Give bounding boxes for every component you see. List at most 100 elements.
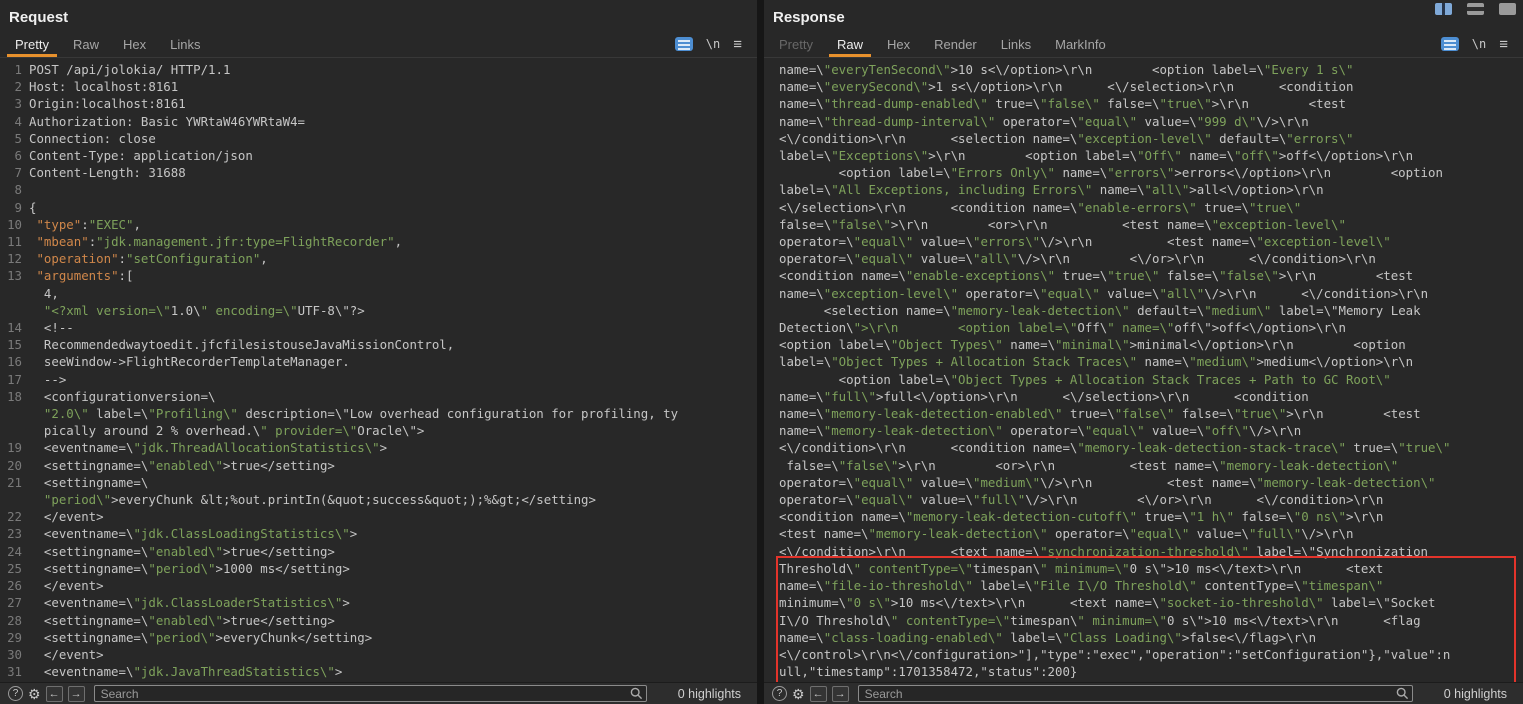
pretty-print-icon[interactable] — [675, 37, 693, 51]
code-line: 4Authorization: Basic YWRtaW46YWRtaW4= — [0, 113, 757, 130]
code-line: 22 </event> — [0, 508, 757, 525]
code-line: name=\"everySecond\">1 s<\/option>\r\n <… — [779, 78, 1523, 95]
search-icon — [630, 687, 643, 700]
code-line: 24 <settingname=\"enabled\">true</settin… — [0, 543, 757, 560]
code-line: minimum=\"0 s\">10 ms<\/text>\r\n <text … — [779, 594, 1523, 611]
tab-raw[interactable]: Raw — [61, 31, 111, 57]
next-match-button[interactable]: → — [68, 686, 85, 702]
code-line: <\/condition>\r\n <condition name=\"memo… — [779, 439, 1523, 456]
code-line: 26 </event> — [0, 577, 757, 594]
next-match-button[interactable]: → — [832, 686, 849, 702]
code-line: 10 "type":"EXEC", — [0, 216, 757, 233]
gear-icon[interactable]: ⚙ — [28, 687, 41, 701]
line-number: 15 — [0, 336, 22, 353]
code-line: Detection\">\r\n <option label=\"Off\" n… — [779, 319, 1523, 336]
tab-render[interactable]: Render — [922, 31, 989, 57]
line-number: 26 — [0, 577, 22, 594]
response-code[interactable]: name=\"everyTenSecond\">10 s<\/option>\r… — [764, 58, 1523, 682]
request-search — [94, 685, 647, 703]
code-line: 3Origin:localhost:8161 — [0, 95, 757, 112]
code-line: <selection name=\"memory-leak-detection\… — [779, 302, 1523, 319]
prev-match-button[interactable]: ← — [810, 686, 827, 702]
code-line: 23 <eventname=\"jdk.ClassLoadingStatisti… — [0, 525, 757, 542]
code-line: 12 "operation":"setConfiguration", — [0, 250, 757, 267]
line-number: 9 — [0, 199, 22, 216]
newline-toggle-icon[interactable]: \n — [1472, 37, 1486, 51]
line-number: 8 — [0, 181, 22, 198]
line-number: 25 — [0, 560, 22, 577]
line-number: 1 — [0, 61, 22, 78]
window-layout-controls — [1435, 3, 1516, 15]
code-line: operator=\"equal\" value=\"errors\"\/>\r… — [779, 233, 1523, 250]
code-line: name=\"file-io-threshold\" label=\"File … — [779, 577, 1523, 594]
code-line: <condition name=\"enable-exceptions\" tr… — [779, 267, 1523, 284]
pretty-print-icon[interactable] — [1441, 37, 1459, 51]
code-line: <\/control>\r\n<\/configuration>"],"type… — [779, 646, 1523, 663]
tab-hex[interactable]: Hex — [111, 31, 158, 57]
line-number: 27 — [0, 594, 22, 611]
tab-hex[interactable]: Hex — [875, 31, 922, 57]
gear-icon[interactable]: ⚙ — [792, 687, 805, 701]
tab-links[interactable]: Links — [158, 31, 212, 57]
code-line: 15 Recommendedwaytoedit.jfcfilesistouseJ… — [0, 336, 757, 353]
code-line: Threshold\" contentType=\"timespan\" min… — [779, 560, 1523, 577]
layout-rows-button[interactable] — [1467, 3, 1484, 15]
line-number: 10 — [0, 216, 22, 233]
line-number: 12 — [0, 250, 22, 267]
line-number: 3 — [0, 95, 22, 112]
layout-single-button[interactable] — [1499, 3, 1516, 15]
line-number — [0, 422, 22, 439]
code-line: false=\"false\">\r\n <or>\r\n <test name… — [779, 216, 1523, 233]
line-number: 31 — [0, 663, 22, 680]
code-line: "period\">everyChunk &lt;%out.printIn(&q… — [0, 491, 757, 508]
code-line: <test name=\"memory-leak-detection\" ope… — [779, 525, 1523, 542]
line-number: 14 — [0, 319, 22, 336]
editor-menu-icon[interactable]: ≡ — [733, 37, 742, 52]
code-line: name=\"memory-leak-detection-enabled\" t… — [779, 405, 1523, 422]
code-line: 31 <eventname=\"jdk.JavaThreadStatistics… — [0, 663, 757, 680]
code-line: operator=\"equal\" value=\"all\"\/>\r\n … — [779, 250, 1523, 267]
request-tab-tools: \n ≡ — [675, 31, 757, 57]
code-line: 27 <eventname=\"jdk.ClassLoaderStatistic… — [0, 594, 757, 611]
request-statusbar: ? ⚙ ← → 0 highlights — [0, 682, 757, 704]
code-line: 14 <!-- — [0, 319, 757, 336]
request-panel-title: Request — [0, 0, 757, 31]
line-number: 20 — [0, 457, 22, 474]
tab-raw[interactable]: Raw — [825, 31, 875, 57]
tab-pretty[interactable]: Pretty — [767, 31, 825, 57]
tab-links[interactable]: Links — [989, 31, 1043, 57]
line-number: 29 — [0, 629, 22, 646]
line-number: 7 — [0, 164, 22, 181]
line-number: 13 — [0, 267, 22, 284]
help-icon[interactable]: ? — [8, 686, 23, 701]
prev-match-button[interactable]: ← — [46, 686, 63, 702]
code-line: 7Content-Length: 31688 — [0, 164, 757, 181]
line-number: 22 — [0, 508, 22, 525]
search-input[interactable] — [858, 685, 1413, 702]
code-line: <\/condition>\r\n <selection name=\"exce… — [779, 130, 1523, 147]
tab-pretty[interactable]: Pretty — [3, 31, 61, 57]
highlights-count: 0 highlights — [1444, 687, 1507, 701]
code-line: 21 <settingname=\ — [0, 474, 757, 491]
code-line: 4, — [0, 285, 757, 302]
code-line: <condition name=\"memory-leak-detection-… — [779, 508, 1523, 525]
newline-toggle-icon[interactable]: \n — [706, 37, 720, 51]
tab-markinfo[interactable]: MarkInfo — [1043, 31, 1118, 57]
code-line: "<?xml version=\"1.0\" encoding=\"UTF-8\… — [0, 302, 757, 319]
line-number: 5 — [0, 130, 22, 147]
code-line: 5Connection: close — [0, 130, 757, 147]
code-line: operator=\"equal\" value=\"medium\"\/>\r… — [779, 474, 1523, 491]
response-tabs: PrettyRawHexRenderLinksMarkInfo — [767, 31, 1118, 57]
editor-menu-icon[interactable]: ≡ — [1499, 37, 1508, 52]
layout-columns-button[interactable] — [1435, 3, 1452, 15]
line-number — [0, 285, 22, 302]
line-number: 21 — [0, 474, 22, 491]
search-input[interactable] — [94, 685, 647, 702]
code-line: 30 </event> — [0, 646, 757, 663]
code-line: pically around 2 % overhead.\" provider=… — [0, 422, 757, 439]
code-line: 8 — [0, 181, 757, 198]
line-number: 4 — [0, 113, 22, 130]
code-line: name=\"class-loading-enabled\" label=\"C… — [779, 629, 1523, 646]
help-icon[interactable]: ? — [772, 686, 787, 701]
request-code[interactable]: 1POST /api/jolokia/ HTTP/1.12Host: local… — [0, 58, 757, 682]
